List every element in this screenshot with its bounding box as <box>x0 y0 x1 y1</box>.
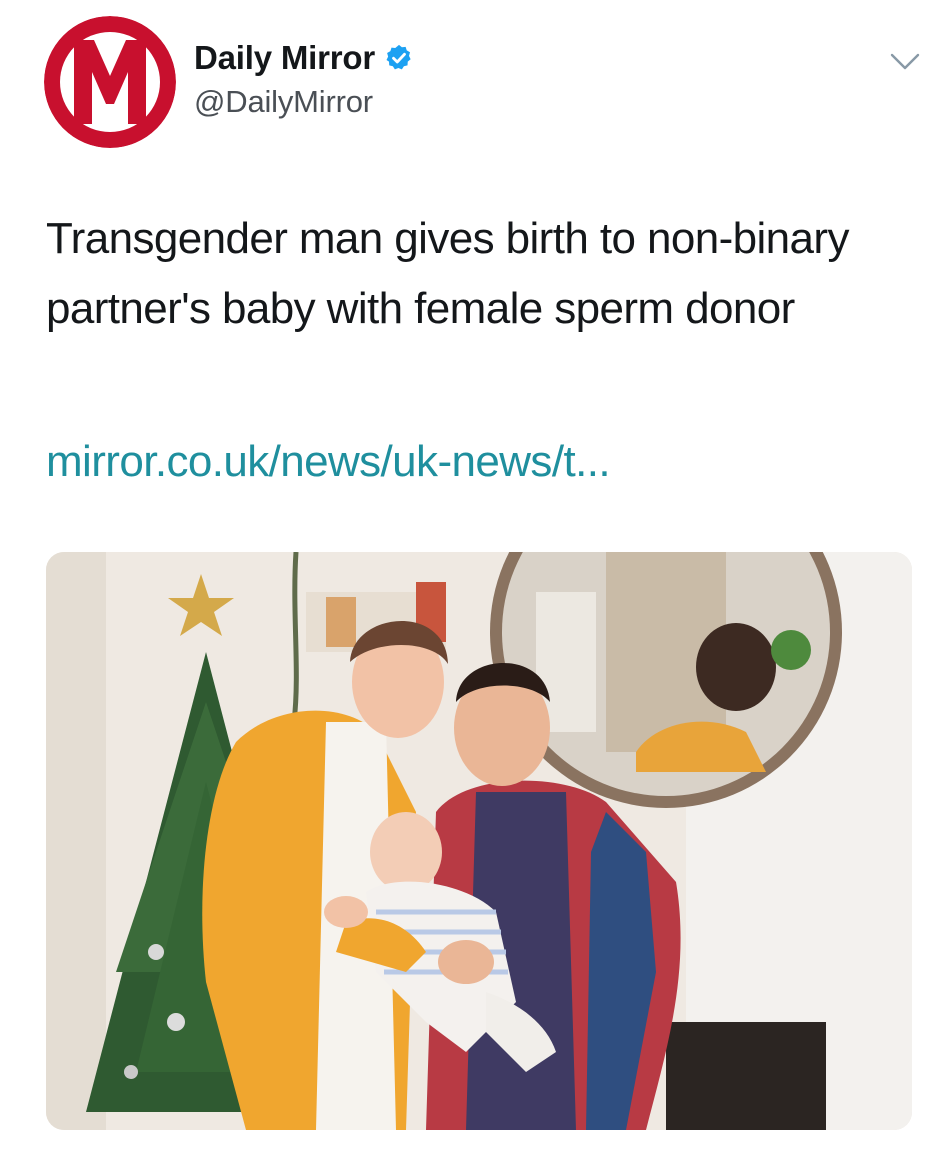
tweet-photo[interactable] <box>46 552 912 1130</box>
tweet-link[interactable]: mirror.co.uk/news/uk-news/t... <box>46 432 611 492</box>
tweet-card: M Daily Mirror @DailyMirror Transgender … <box>0 0 945 1166</box>
account-handle[interactable]: @DailyMirror <box>194 84 414 120</box>
verified-badge-icon <box>384 43 414 73</box>
avatar[interactable]: M <box>44 16 176 148</box>
display-name[interactable]: Daily Mirror <box>194 39 375 77</box>
account-info: Daily Mirror @DailyMirror <box>194 38 414 120</box>
tweet-text: Transgender man gives birth to non-binar… <box>46 214 849 333</box>
chevron-down-icon[interactable] <box>888 50 922 74</box>
daily-mirror-logo: M <box>44 16 176 148</box>
